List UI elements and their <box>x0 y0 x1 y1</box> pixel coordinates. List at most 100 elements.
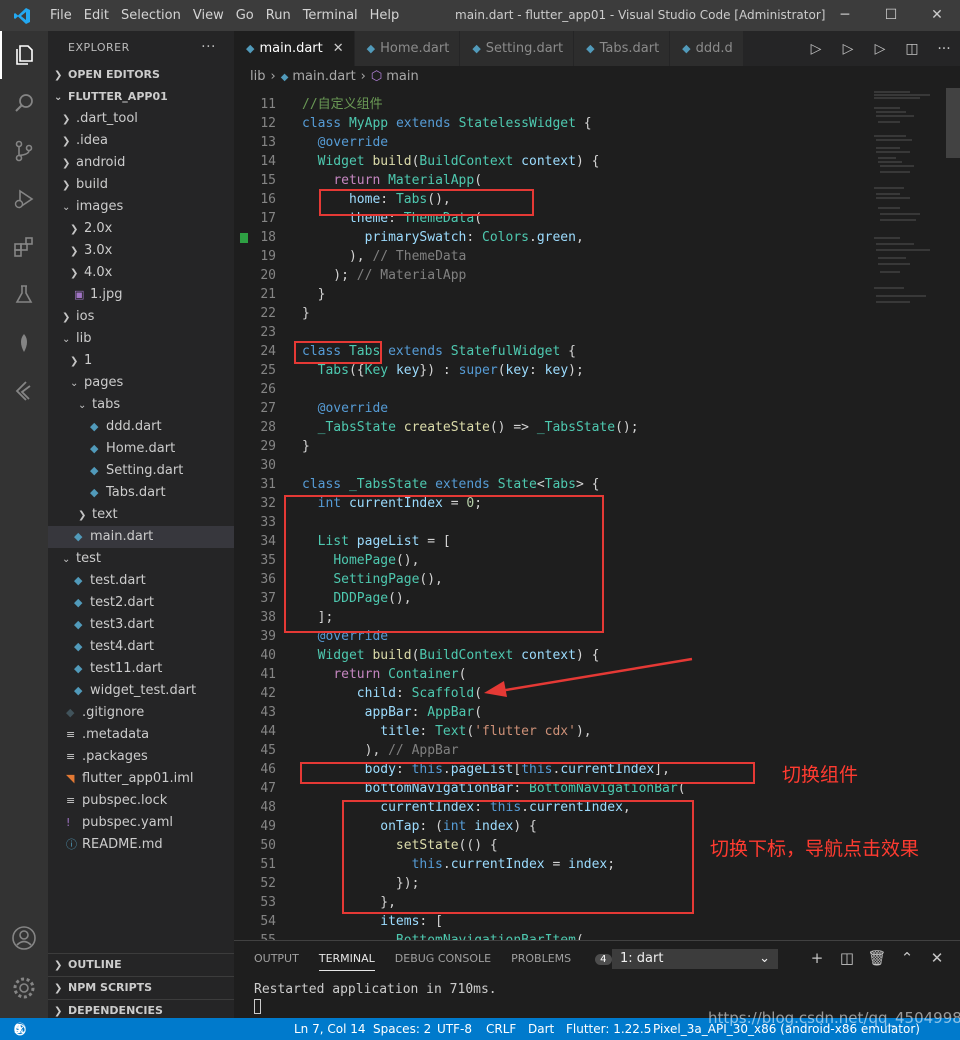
tree-item[interactable]: ◆ test4.dart <box>48 636 234 658</box>
maximize-button[interactable]: ☐ <box>868 0 914 31</box>
language-mode[interactable]: Dart <box>528 1018 554 1040</box>
tab-main-dart[interactable]: ◆ main.dart ✕ <box>234 31 355 66</box>
menu-go[interactable]: Go <box>230 8 260 23</box>
more-actions-icon[interactable]: ··· <box>928 41 960 57</box>
debug-run-icon[interactable]: ▷ <box>832 41 864 57</box>
tab-terminal[interactable]: TERMINAL <box>318 952 375 971</box>
tree-item-label: pubspec.lock <box>82 793 168 808</box>
tab-output[interactable]: OUTPUT <box>254 952 299 965</box>
chevron-up-icon[interactable]: ⌃ <box>892 949 922 967</box>
run-icon[interactable]: ▷ <box>800 41 832 57</box>
close-panel-icon[interactable]: ✕ <box>922 949 952 967</box>
minimap[interactable] <box>870 88 946 940</box>
tree-item[interactable]: ≡ pubspec.lock <box>48 790 234 812</box>
tree-item[interactable]: ❯ build <box>48 174 234 196</box>
tree-item[interactable]: ❯ ios <box>48 306 234 328</box>
tree-item[interactable]: ⌄ lib <box>48 328 234 350</box>
breadcrumb-file[interactable]: main.dart <box>292 69 355 84</box>
tab-home-dart[interactable]: ◆ Home.dart <box>354 31 461 66</box>
add-terminal-icon[interactable]: + <box>802 949 832 967</box>
source-control-icon[interactable] <box>0 127 48 175</box>
minimize-button[interactable]: ─ <box>822 0 868 31</box>
flutter-icon[interactable] <box>0 319 48 367</box>
tree-item[interactable]: ◆ Home.dart <box>48 438 234 460</box>
tree-item[interactable]: ≡ .metadata <box>48 724 234 746</box>
more-actions-icon[interactable]: ··· <box>201 31 216 64</box>
terminal-select[interactable]: 1: dart ⌄ <box>612 949 778 969</box>
tree-item[interactable]: ❯ android <box>48 152 234 174</box>
menu-terminal[interactable]: Terminal <box>297 8 364 23</box>
run-file-icon[interactable]: ▷ <box>864 41 896 57</box>
tab-setting-dart[interactable]: ◆ Setting.dart <box>460 31 575 66</box>
extensions-icon[interactable] <box>0 223 48 271</box>
vertical-scrollbar[interactable] <box>946 88 960 940</box>
open-editors-section[interactable]: ❯ OPEN EDITORS <box>48 64 234 86</box>
tree-item[interactable]: ◆ test2.dart <box>48 592 234 614</box>
menu-edit[interactable]: Edit <box>78 8 115 23</box>
dart-icon[interactable] <box>0 367 48 415</box>
breadcrumb-folder[interactable]: lib <box>250 69 265 84</box>
tree-item[interactable]: ! pubspec.yaml <box>48 812 234 834</box>
line-number: 18 <box>260 230 276 245</box>
tree-item-label: pages <box>84 375 124 390</box>
chevron-right-icon: ❯ <box>78 510 87 521</box>
bottom-panel: OUTPUT TERMINAL DEBUG CONSOLE PROBLEMS 4 … <box>234 940 960 1019</box>
tree-item[interactable]: ◥ flutter_app01.iml <box>48 768 234 790</box>
explorer-icon[interactable] <box>0 31 48 79</box>
tree-item[interactable]: ◆ ddd.dart <box>48 416 234 438</box>
scrollbar-thumb[interactable] <box>946 88 960 158</box>
tab-debug-console[interactable]: DEBUG CONSOLE <box>395 952 491 965</box>
tree-item[interactable]: ◆ test.dart <box>48 570 234 592</box>
tree-item[interactable]: ❯ text <box>48 504 234 526</box>
tree-item[interactable]: ⌄ tabs <box>48 394 234 416</box>
tree-item[interactable]: ◆ test3.dart <box>48 614 234 636</box>
outline-section[interactable]: ❯ OUTLINE <box>48 953 234 976</box>
menu-run[interactable]: Run <box>260 8 297 23</box>
npm-scripts-section[interactable]: ❯ NPM SCRIPTS <box>48 976 234 999</box>
menu-help[interactable]: Help <box>364 8 406 23</box>
flutter-version[interactable]: Flutter: 1.22.5 <box>566 1018 651 1040</box>
settings-gear-icon[interactable] <box>0 964 48 1012</box>
tree-item[interactable]: ❯ .dart_tool <box>48 108 234 130</box>
split-editor-icon[interactable]: ◫ <box>896 41 928 57</box>
close-window-button[interactable]: ✕ <box>914 0 960 31</box>
tab-tabs-dart[interactable]: ◆ Tabs.dart <box>574 31 671 66</box>
trash-icon[interactable]: 🗑 <box>862 949 892 967</box>
tree-item[interactable]: ≡ .packages <box>48 746 234 768</box>
tree-item[interactable]: ◆ main.dart <box>48 526 234 548</box>
account-icon[interactable] <box>0 914 48 962</box>
tree-item[interactable]: ⓘ README.md <box>48 834 234 856</box>
tree-item[interactable]: ❯ .idea <box>48 130 234 152</box>
cursor-position[interactable]: Ln 7, Col 14 <box>294 1018 366 1040</box>
search-icon[interactable] <box>0 79 48 127</box>
encoding[interactable]: UTF-8 <box>437 1018 472 1040</box>
testing-icon[interactable] <box>0 271 48 319</box>
tree-item[interactable]: ◆ .gitignore <box>48 702 234 724</box>
tab-ddd-dart[interactable]: ◆ ddd.d <box>670 31 744 66</box>
tree-item-label: 4.0x <box>84 265 113 280</box>
menu-file[interactable]: File <box>44 8 78 23</box>
tree-item[interactable]: ❯ 4.0x <box>48 262 234 284</box>
tab-label: ddd.d <box>695 41 733 56</box>
tree-item[interactable]: ❯ 2.0x <box>48 218 234 240</box>
menu-selection[interactable]: Selection <box>115 8 187 23</box>
tree-item[interactable]: ▣ 1.jpg <box>48 284 234 306</box>
tree-item[interactable]: ◆ Tabs.dart <box>48 482 234 504</box>
tree-item[interactable]: ◆ Setting.dart <box>48 460 234 482</box>
split-terminal-icon[interactable]: ◫ <box>832 949 862 967</box>
tree-item[interactable]: ◆ widget_test.dart <box>48 680 234 702</box>
tree-item[interactable]: ⌄ pages <box>48 372 234 394</box>
line-ending[interactable]: CRLF <box>486 1018 516 1040</box>
tree-item[interactable]: ◆ test11.dart <box>48 658 234 680</box>
close-tab-icon[interactable]: ✕ <box>333 41 344 56</box>
tree-item[interactable]: ❯ 3.0x <box>48 240 234 262</box>
menu-view[interactable]: View <box>187 8 230 23</box>
indentation[interactable]: Spaces: 2 <box>373 1018 431 1040</box>
run-debug-icon[interactable] <box>0 175 48 223</box>
project-section[interactable]: ⌄ FLUTTER_APP01 <box>48 86 234 108</box>
tree-item[interactable]: ⌄ images <box>48 196 234 218</box>
breadcrumb-symbol[interactable]: main <box>386 69 418 84</box>
tree-item[interactable]: ⌄ test <box>48 548 234 570</box>
tree-item[interactable]: ❯ 1 <box>48 350 234 372</box>
